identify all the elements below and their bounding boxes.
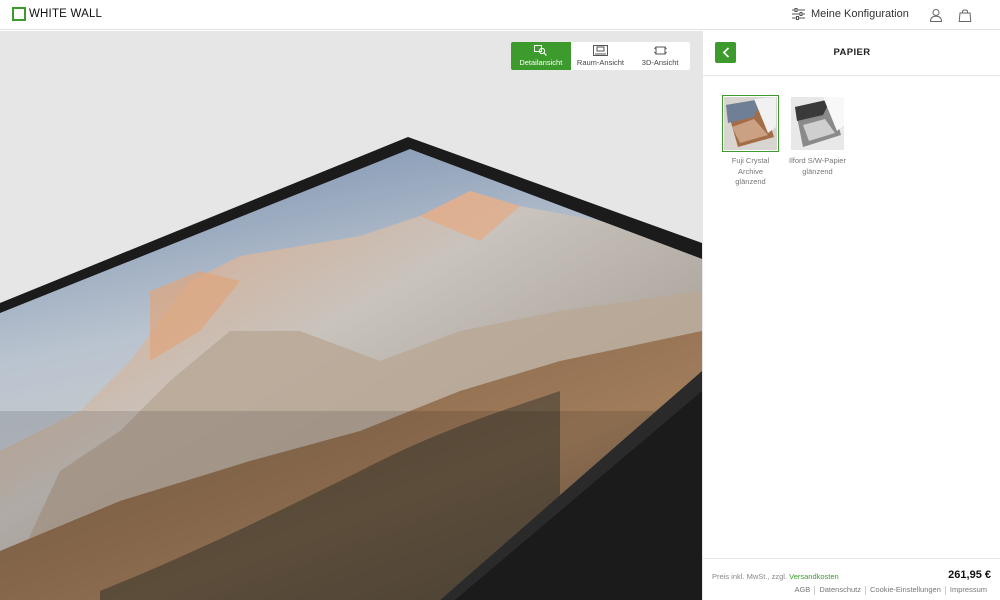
tab-room-view-label: Raum-Ansicht xyxy=(576,58,625,67)
logo-square-icon xyxy=(12,7,26,21)
panel-footer: Preis inkl. MwSt., zzgl. Versandkosten 2… xyxy=(703,558,1000,600)
framed-photo-preview xyxy=(0,137,702,600)
paper-options: Fuji Crystal Archive glänzend Ilford S/W… xyxy=(722,95,846,188)
room-view-icon xyxy=(592,45,608,56)
paper-thumbnail xyxy=(789,95,846,152)
privacy-link[interactable]: Datenschutz xyxy=(815,585,865,595)
view-mode-switch: Detailansicht Raum-Ansicht 3D-Ansicht xyxy=(511,42,690,70)
tab-room-view[interactable]: Raum-Ansicht xyxy=(571,42,631,70)
sliders-icon xyxy=(792,8,805,20)
configuration-panel: PAPIER Fuji Crystal Archive glänzend Ilf… xyxy=(702,31,1000,600)
my-configuration-button[interactable]: Meine Konfiguration xyxy=(792,8,909,20)
top-header: WHITE WALL Meine Konfiguration xyxy=(0,0,1000,30)
price-note-text: Preis inkl. MwSt., zzgl. xyxy=(712,572,788,581)
legal-links: AGB Datenschutz Cookie-Einstellungen Imp… xyxy=(790,585,991,595)
tab-detail-view[interactable]: Detailansicht xyxy=(511,42,571,70)
user-icon[interactable] xyxy=(929,8,943,22)
paper-option-ilford[interactable]: Ilford S/W-Papier glänzend xyxy=(789,95,846,188)
paper-option-fuji[interactable]: Fuji Crystal Archive glänzend xyxy=(722,95,779,188)
imprint-link[interactable]: Impressum xyxy=(946,585,991,595)
brand-logo[interactable]: WHITE WALL xyxy=(12,7,102,21)
tab-3d-view-label: 3D-Ansicht xyxy=(641,58,679,67)
paper-option-label: Ilford S/W-Papier glänzend xyxy=(789,156,846,176)
panel-title: PAPIER xyxy=(833,47,871,58)
price-note: Preis inkl. MwSt., zzgl. Versandkosten xyxy=(712,572,839,581)
panel-header: PAPIER xyxy=(703,31,1000,76)
paper-thumbnail xyxy=(722,95,779,152)
paper-option-label: Fuji Crystal Archive glänzend xyxy=(731,156,770,186)
my-configuration-label: Meine Konfiguration xyxy=(811,8,909,20)
tab-3d-view[interactable]: 3D-Ansicht xyxy=(630,42,690,70)
tab-detail-view-label: Detailansicht xyxy=(519,58,563,67)
shopping-bag-icon[interactable] xyxy=(958,8,972,22)
shipping-costs-link[interactable]: Versandkosten xyxy=(789,572,839,581)
agb-link[interactable]: AGB xyxy=(790,585,814,595)
total-price: 261,95 € xyxy=(948,569,991,581)
brand-name: WHITE WALL xyxy=(29,8,103,20)
product-preview-viewport[interactable]: Detailansicht Raum-Ansicht 3D-Ansicht xyxy=(0,31,702,600)
zoom-detail-icon xyxy=(534,45,548,56)
cube-3d-icon xyxy=(653,46,667,55)
cookie-settings-link[interactable]: Cookie-Einstellungen xyxy=(866,585,945,595)
